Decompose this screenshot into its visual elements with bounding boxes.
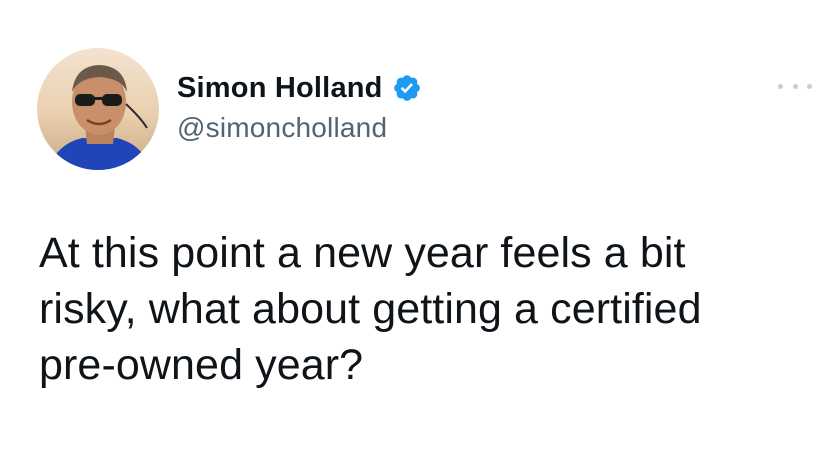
verified-badge-icon — [392, 73, 422, 103]
avatar-photo — [37, 48, 159, 170]
name-row: Simon Holland — [177, 68, 422, 108]
more-dots-icon[interactable] — [778, 76, 812, 96]
tweet-text-line: pre-owned year? — [39, 341, 364, 389]
tweet-card: Simon Holland @simoncholland At this poi… — [0, 0, 828, 475]
avatar[interactable] — [37, 48, 159, 170]
tweet-text: At this point a new year feels a bit ris… — [39, 225, 819, 393]
user-handle[interactable]: @simoncholland — [177, 112, 422, 144]
dot — [807, 83, 812, 89]
display-name[interactable]: Simon Holland — [177, 72, 383, 105]
tweet-text-line: risky, what about getting a certified — [39, 285, 702, 333]
tweet-text-line: At this point a new year feels a bit — [39, 229, 686, 277]
dot — [778, 83, 783, 89]
author-info[interactable]: Simon Holland @simoncholland — [177, 68, 422, 144]
dot — [792, 83, 798, 89]
